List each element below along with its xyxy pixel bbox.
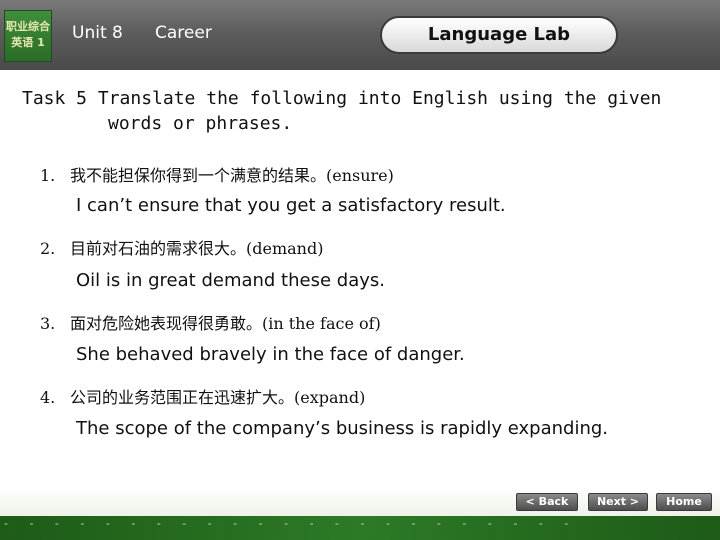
question-3: 3. 面对危险她表现得很勇敢。(in the face of) [40,310,381,334]
logo-line-1: 职业综合 [6,20,50,33]
unit-title: Career [155,23,212,43]
question-number: 2. [40,239,56,258]
task-line-2: words or phrases. [108,113,293,134]
question-text: 目前对石油的需求很大。(demand) [70,239,324,258]
task-instruction: Task 5 Translate the following into Engl… [22,86,702,136]
question-1: 1. 我不能担保你得到一个满意的结果。(ensure) [40,162,394,186]
answer-4: The scope of the company’s business is r… [76,418,609,439]
question-text: 公司的业务范围正在迅速扩大。(expand) [70,388,366,407]
question-2: 2. 目前对石油的需求很大。(demand) [40,235,323,259]
logo-line-2: 英语 1 [11,36,45,49]
question-number: 1. [40,166,56,185]
answer-2: Oil is in great demand these days. [76,270,385,291]
footer-decoration: - - - - - - - - - - - - - - - - - - - - … [4,517,578,530]
section-title: Language Lab [380,16,618,54]
back-button[interactable]: < Back [516,493,578,511]
header-bar: 职业综合 英语 1 Unit 8 Career Language Lab [0,0,720,70]
task-line-1: Task 5 Translate the following into Engl… [22,88,662,109]
next-button[interactable]: Next > [588,493,648,511]
answer-3: She behaved bravely in the face of dange… [76,344,465,365]
question-text: 我不能担保你得到一个满意的结果。(ensure) [70,166,394,185]
question-number: 3. [40,314,56,333]
answer-1: I can’t ensure that you get a satisfacto… [76,195,506,216]
unit-label: Unit 8 [72,23,123,43]
question-number: 4. [40,388,56,407]
question-text: 面对危险她表现得很勇敢。(in the face of) [70,314,381,333]
question-4: 4. 公司的业务范围正在迅速扩大。(expand) [40,384,365,408]
home-button[interactable]: Home [656,493,712,511]
course-logo: 职业综合 英语 1 [4,10,52,62]
